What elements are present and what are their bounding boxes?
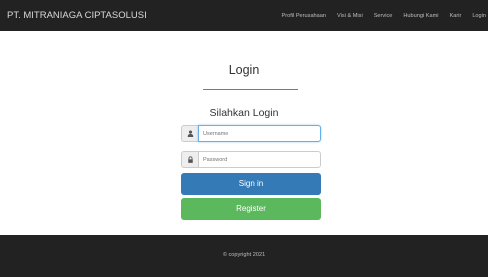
- lock-icon: [181, 151, 198, 168]
- user-icon: [181, 125, 198, 142]
- sign-in-button[interactable]: Sign in: [181, 173, 321, 195]
- nav-menu: Profil Perusahaan Visi & Misi Service Hu…: [271, 0, 488, 31]
- top-navbar: PT. MITRANIAGA CIPTASOLUSI Profil Perusa…: [0, 0, 488, 31]
- nav-item-karir[interactable]: Karir: [450, 13, 462, 19]
- password-group: [181, 151, 321, 168]
- brand-logo[interactable]: PT. MITRANIAGA CIPTASOLUSI: [7, 10, 147, 21]
- footer: © copyright 2021: [0, 235, 488, 277]
- nav-item-visi-misi[interactable]: Visi & Misi: [337, 13, 363, 19]
- title-divider: [203, 89, 298, 90]
- nav-item-hubungi-kami[interactable]: Hubungi Kami: [403, 13, 438, 19]
- password-input[interactable]: [198, 151, 321, 168]
- page-title: Login: [228, 63, 260, 77]
- username-input[interactable]: [198, 125, 321, 142]
- copyright-text: © copyright 2021: [222, 252, 266, 258]
- login-panel: Login Silahkan Login Sign in Register: [0, 31, 488, 235]
- username-group: [181, 125, 321, 142]
- nav-item-profil-perusahaan[interactable]: Profil Perusahaan: [282, 13, 326, 19]
- register-button[interactable]: Register: [181, 198, 321, 220]
- nav-item-login[interactable]: Login: [472, 13, 486, 19]
- login-subtitle: Silahkan Login: [209, 107, 279, 119]
- nav-item-service[interactable]: Service: [374, 13, 393, 19]
